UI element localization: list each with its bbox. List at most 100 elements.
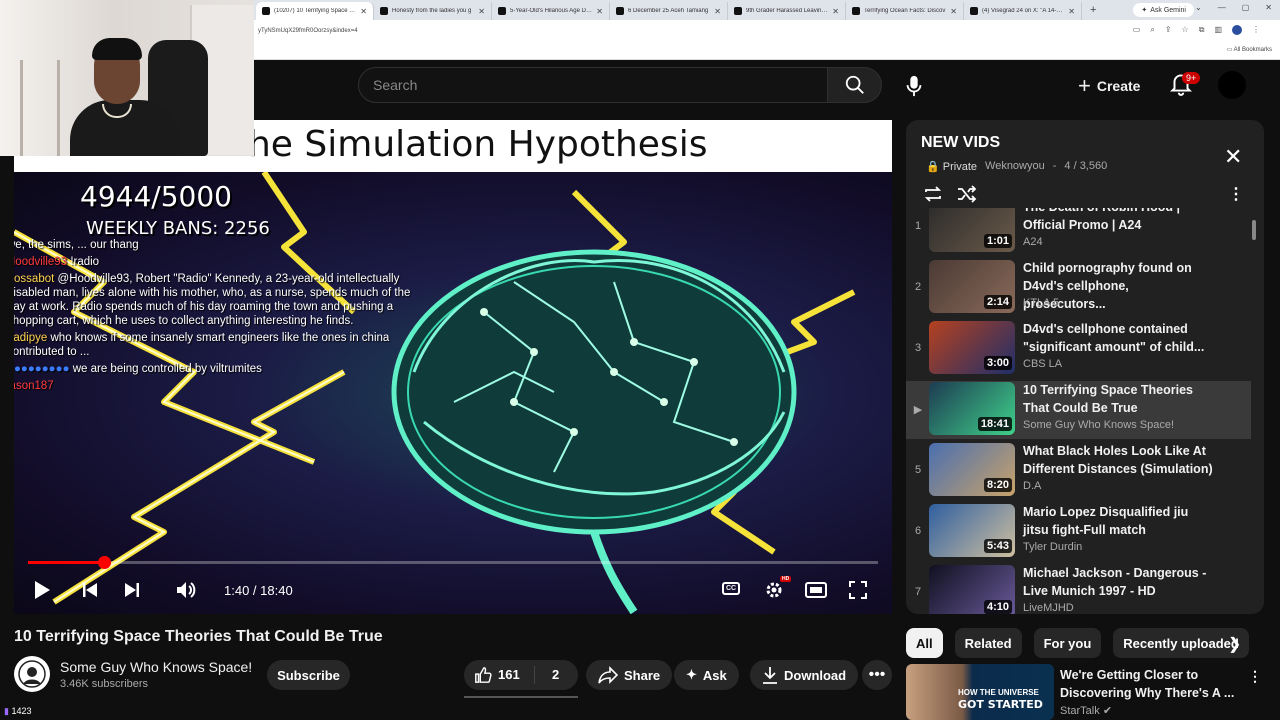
browser-tab[interactable]: (10207) 10 Terrifying Space The ✕	[256, 2, 374, 20]
close-window-icon[interactable]: ✕	[1265, 3, 1272, 12]
tab-close-icon[interactable]: ✕	[714, 7, 721, 16]
tab-close-icon[interactable]: ✕	[478, 7, 485, 16]
tab-label: 9th Grader Harassed Leaving S	[746, 8, 829, 14]
theater-mode-button[interactable]	[802, 576, 830, 604]
next-button[interactable]	[118, 576, 146, 604]
playlist-item-thumbnail[interactable]: 18:41	[929, 382, 1015, 435]
filter-chip[interactable]: Related	[954, 628, 1022, 658]
download-icon	[763, 667, 777, 684]
download-button[interactable]: Download	[750, 660, 859, 690]
browser-tab[interactable]: Honesty from the ladies you g ✕	[374, 2, 492, 20]
chat-line: aadipye who knows if some insanely smart…	[14, 331, 417, 359]
browser-tab[interactable]: 9th Grader Harassed Leaving S ✕	[728, 2, 846, 20]
play-button[interactable]	[28, 576, 56, 604]
more-actions-button[interactable]: •••	[862, 660, 892, 690]
playlist-item-title[interactable]: The Death of Robin Hood | Official Promo…	[1023, 208, 1213, 234]
loop-playlist-button[interactable]	[922, 184, 944, 209]
account-avatar[interactable]	[1218, 71, 1246, 99]
chips-next-button[interactable]: ❯	[1228, 634, 1241, 654]
volume-button[interactable]	[172, 576, 200, 604]
captions-button[interactable]: CC	[722, 582, 740, 595]
verified-icon: ✔	[1102, 705, 1113, 717]
search-input[interactable]: Search	[358, 67, 828, 103]
maximize-icon[interactable]: ▢	[1242, 3, 1250, 12]
tab-close-icon[interactable]: ✕	[1068, 7, 1075, 16]
voice-search-button[interactable]	[898, 70, 930, 102]
playlist-item[interactable]: 1 1:01 The Death of Robin Hood | Official …	[906, 208, 1251, 256]
recommended-title[interactable]: We're Getting Closer to Discovering Why …	[1060, 666, 1236, 702]
browser-tab[interactable]: (4) Visegrád 24 on X: "A 14-yea ✕	[964, 2, 1082, 20]
like-count[interactable]: 161	[498, 667, 520, 682]
dislike-count[interactable]: 2	[552, 667, 559, 682]
new-tab-button[interactable]: +	[1082, 4, 1104, 16]
filter-chip[interactable]: For you	[1033, 628, 1102, 658]
recommended-menu-button[interactable]: ⋮	[1248, 668, 1262, 685]
browser-tab[interactable]: 6 December 25 Aceh Tamiang ✕	[610, 2, 728, 20]
playlist-item-thumbnail[interactable]: 5:43	[929, 504, 1015, 557]
playlist-item[interactable]: ▶ 18:41 10 Terrifying Space Theories That …	[906, 381, 1251, 439]
previous-button[interactable]	[76, 576, 104, 604]
shuffle-playlist-button[interactable]	[956, 184, 978, 209]
subscribe-button[interactable]: Subscribe	[267, 660, 350, 690]
close-playlist-button[interactable]: ✕	[1224, 144, 1242, 170]
sidepanel-icon[interactable]: ▥	[1214, 25, 1222, 35]
profile-avatar-icon[interactable]	[1232, 25, 1242, 35]
playlist-item-thumbnail[interactable]: 2:14	[929, 260, 1015, 313]
tab-close-icon[interactable]: ✕	[950, 7, 957, 16]
playlist-item-title[interactable]: Michael Jackson - Dangerous - Live Munic…	[1023, 564, 1213, 600]
tab-close-icon[interactable]: ✕	[596, 7, 603, 16]
filter-chip[interactable]: All	[906, 628, 943, 658]
fullscreen-button[interactable]	[844, 576, 872, 604]
playlist-item[interactable]: 3 3:00 D4vd's cellphone contained "signifi…	[906, 320, 1251, 378]
playlist-item-title[interactable]: Mario Lopez Disqualified jiu jitsu fight…	[1023, 503, 1213, 539]
chevron-right-icon: ❯	[1228, 636, 1242, 653]
ask-gemini-button[interactable]: ✦ Ask Gemini	[1133, 3, 1194, 17]
create-button[interactable]: + Create	[1078, 72, 1140, 100]
channel-avatar[interactable]	[14, 656, 50, 692]
bookmark-star-icon[interactable]: ☆	[1182, 25, 1189, 35]
search-button[interactable]	[827, 67, 882, 103]
browser-tab[interactable]: 5-Year-Old's Hilarious Age Disc ✕	[492, 2, 610, 20]
playlist-item[interactable]: 5 8:20 What Black Holes Look Like At Diffe…	[906, 442, 1251, 500]
playlist-items: 1 1:01 The Death of Robin Hood | Official …	[906, 208, 1264, 614]
playlist-title[interactable]: NEW VIDS	[921, 134, 1000, 152]
playlist-menu-button[interactable]: ⋮	[1228, 184, 1244, 204]
tab-close-icon[interactable]: ✕	[832, 7, 839, 16]
tab-favicon-icon	[852, 7, 860, 15]
extensions-icon[interactable]: ⧉	[1199, 25, 1205, 35]
browser-menu-icon[interactable]: ⋮	[1252, 25, 1260, 35]
playlist-item-title[interactable]: D4vd's cellphone contained "significant …	[1023, 320, 1213, 356]
playlist-owner[interactable]: Weknowyou	[985, 160, 1045, 173]
cast-icon[interactable]: ▭	[1133, 25, 1141, 35]
recommended-channel[interactable]: StarTalk ✔	[1060, 704, 1112, 717]
minimize-icon[interactable]: —	[1218, 3, 1226, 12]
browser-tab[interactable]: Terrifying Ocean Facts: Discov ✕	[846, 2, 964, 20]
seek-bar-scrubber[interactable]	[97, 556, 111, 569]
ask-button[interactable]: ✦ Ask	[674, 660, 739, 690]
dropdown-icon[interactable]: ⌄	[1195, 3, 1202, 12]
recommended-video[interactable]: HOW THE UNIVERSE GOT STARTED We're Getti…	[906, 664, 1266, 720]
channel-name[interactable]: Some Guy Who Knows Space!	[60, 659, 252, 675]
playlist-scrollbar[interactable]	[1252, 220, 1256, 240]
playlist-item-thumbnail[interactable]: 4:10	[929, 565, 1015, 614]
playlist-item-thumbnail[interactable]: 8:20	[929, 443, 1015, 496]
playlist-item-title[interactable]: 10 Terrifying Space Theories That Could …	[1023, 381, 1213, 417]
recommended-thumbnail[interactable]: HOW THE UNIVERSE GOT STARTED	[906, 664, 1054, 720]
all-bookmarks-link[interactable]: ▭ All Bookmarks	[1227, 46, 1272, 53]
zoom-icon[interactable]: ⌕	[1150, 25, 1154, 35]
tab-close-icon[interactable]: ✕	[360, 7, 367, 16]
thumbs-up-icon[interactable]	[474, 666, 492, 684]
playlist-item[interactable]: 7 4:10 Michael Jackson - Dangerous - Live …	[906, 564, 1251, 614]
share-button[interactable]: Share	[586, 660, 673, 690]
playlist-item-thumbnail[interactable]: 1:01	[929, 208, 1015, 252]
playlist-item-thumbnail[interactable]: 3:00	[929, 321, 1015, 374]
url-text[interactable]: yTyNSmUqX29fmR0Oorzsy&index=4	[258, 28, 358, 34]
related-filter-chips: All Related For you Recently uploaded	[906, 628, 1249, 658]
playlist-item-title[interactable]: What Black Holes Look Like At Different …	[1023, 442, 1213, 478]
share-url-icon[interactable]: ⇪	[1165, 25, 1172, 35]
video-player[interactable]: The Simulation Hypothesis 4944/5000 WEEK…	[14, 120, 892, 614]
playlist-item[interactable]: 6 5:43 Mario Lopez Disqualified jiu jitsu …	[906, 503, 1251, 561]
playlist-item-index: 5	[914, 464, 922, 476]
playlist-item[interactable]: 2 2:14 Child pornography found on D4vd's c…	[906, 259, 1251, 317]
seek-bar[interactable]	[28, 556, 878, 569]
